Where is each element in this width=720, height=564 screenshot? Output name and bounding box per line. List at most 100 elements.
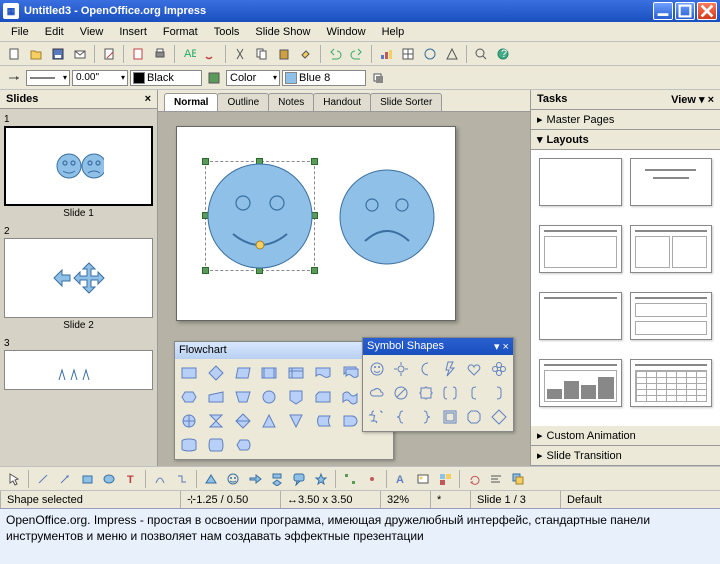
flowchart-or-icon[interactable] — [178, 410, 200, 432]
connector-tool[interactable] — [172, 469, 192, 489]
hyperlink-button[interactable] — [420, 44, 440, 64]
menu-file[interactable]: File — [4, 24, 36, 40]
symbol-puzzle-icon[interactable] — [415, 382, 437, 404]
cut-button[interactable] — [230, 44, 250, 64]
points-tool[interactable] — [340, 469, 360, 489]
menu-insert[interactable]: Insert — [112, 24, 154, 40]
symbol-flower-icon[interactable] — [488, 358, 510, 380]
stars-tool[interactable] — [311, 469, 331, 489]
flowchart-collate-icon[interactable] — [205, 410, 227, 432]
auto-spellcheck-button[interactable] — [201, 44, 221, 64]
slide-thumbnail-1[interactable] — [4, 126, 153, 206]
undo-button[interactable] — [325, 44, 345, 64]
flowchart-card-icon[interactable] — [312, 386, 334, 408]
slides-list[interactable]: 1 Slide 1 2 Slide 2 3 — [0, 109, 157, 466]
fontwork-tool[interactable]: A — [391, 469, 411, 489]
tab-notes[interactable]: Notes — [268, 93, 314, 111]
line-tool[interactable] — [33, 469, 53, 489]
arrange-tool[interactable] — [508, 469, 528, 489]
menu-edit[interactable]: Edit — [38, 24, 71, 40]
symbol-smiley-icon[interactable] — [366, 358, 388, 380]
flowchart-preparation-icon[interactable] — [178, 386, 200, 408]
spellcheck-button[interactable]: ABC — [179, 44, 199, 64]
task-master-pages[interactable]: ▸Master Pages — [531, 110, 720, 130]
layout-title[interactable] — [630, 158, 713, 206]
curve-tool[interactable] — [150, 469, 170, 489]
task-custom-animation[interactable]: ▸Custom Animation — [531, 426, 720, 446]
flowchart-tape-icon[interactable] — [339, 386, 361, 408]
from-file-tool[interactable] — [413, 469, 433, 489]
flowchart-decision-icon[interactable] — [205, 362, 227, 384]
table-button[interactable] — [398, 44, 418, 64]
flowchart-connector-icon[interactable] — [258, 386, 280, 408]
flowchart-extract-icon[interactable] — [258, 410, 280, 432]
flowchart-manual-op-icon[interactable] — [232, 386, 254, 408]
flowchart-delay-icon[interactable] — [339, 410, 361, 432]
export-pdf-button[interactable] — [128, 44, 148, 64]
menu-format[interactable]: Format — [156, 24, 205, 40]
palette-close-icon[interactable]: ▾ × — [494, 340, 509, 353]
navigator-button[interactable] — [442, 44, 462, 64]
paste-button[interactable] — [274, 44, 294, 64]
line-color-select[interactable]: Black — [130, 70, 202, 86]
flowchart-merge-icon[interactable] — [285, 410, 307, 432]
ellipse-tool[interactable] — [99, 469, 119, 489]
area-style-button[interactable] — [204, 68, 224, 88]
flowchart-tool[interactable] — [267, 469, 287, 489]
symbol-lightning-icon[interactable] — [439, 358, 461, 380]
rotate-tool[interactable] — [464, 469, 484, 489]
layout-two-content[interactable] — [630, 225, 713, 273]
flowchart-document-icon[interactable] — [312, 362, 334, 384]
symbol-right-bracket-icon[interactable] — [488, 382, 510, 404]
symbol-shapes-tool[interactable] — [223, 469, 243, 489]
line-style-select[interactable] — [26, 70, 70, 86]
tab-normal[interactable]: Normal — [164, 93, 218, 111]
fill-type-select[interactable]: Color — [226, 70, 280, 86]
chart-button[interactable] — [376, 44, 396, 64]
frown-shape[interactable] — [337, 167, 437, 267]
print-button[interactable] — [150, 44, 170, 64]
tab-slidesorter[interactable]: Slide Sorter — [370, 93, 442, 111]
flowchart-display-icon[interactable] — [232, 434, 254, 456]
arrow-tool[interactable] — [55, 469, 75, 489]
flowchart-manual-input-icon[interactable] — [205, 386, 227, 408]
edit-file-button[interactable] — [99, 44, 119, 64]
slide-thumbnail-2[interactable] — [4, 238, 153, 318]
minimize-button[interactable] — [653, 2, 673, 20]
flowchart-direct-icon[interactable] — [205, 434, 227, 456]
symbol-sun-icon[interactable] — [390, 358, 412, 380]
layout-title-only[interactable] — [539, 292, 622, 340]
flowchart-multidoc-icon[interactable] — [339, 362, 361, 384]
symbol-left-brace-icon[interactable] — [390, 406, 412, 428]
symbol-brace-pair-icon[interactable] — [366, 406, 388, 428]
layout-table[interactable] — [630, 359, 713, 407]
glue-points-tool[interactable] — [362, 469, 382, 489]
flowchart-palette[interactable]: Flowchart▾ × — [174, 341, 394, 460]
flowchart-data-icon[interactable] — [232, 362, 254, 384]
text-tool[interactable]: T — [121, 469, 141, 489]
tab-outline[interactable]: Outline — [217, 93, 269, 111]
symbol-octagon-bevel-icon[interactable] — [463, 406, 485, 428]
layout-chart[interactable] — [539, 359, 622, 407]
menu-window[interactable]: Window — [319, 24, 372, 40]
menu-tools[interactable]: Tools — [207, 24, 247, 40]
symbol-prohibition-icon[interactable] — [390, 382, 412, 404]
gallery-tool[interactable] — [435, 469, 455, 489]
canvas[interactable]: Flowchart▾ × — [158, 112, 530, 466]
callouts-tool[interactable] — [289, 469, 309, 489]
symbol-diamond-bevel-icon[interactable] — [488, 406, 510, 428]
tab-handout[interactable]: Handout — [313, 93, 371, 111]
flowchart-stored-icon[interactable] — [312, 410, 334, 432]
arrow-style-button[interactable] — [4, 68, 24, 88]
flowchart-process-icon[interactable] — [178, 362, 200, 384]
menu-help[interactable]: Help — [375, 24, 412, 40]
menu-slideshow[interactable]: Slide Show — [248, 24, 317, 40]
flowchart-sort-icon[interactable] — [232, 410, 254, 432]
select-tool[interactable] — [4, 469, 24, 489]
symbol-square-bevel-icon[interactable] — [439, 406, 461, 428]
maximize-button[interactable] — [675, 2, 695, 20]
layout-title-content[interactable] — [539, 225, 622, 273]
redo-button[interactable] — [347, 44, 367, 64]
flowchart-disk-icon[interactable] — [178, 434, 200, 456]
slide-canvas[interactable] — [176, 126, 456, 321]
